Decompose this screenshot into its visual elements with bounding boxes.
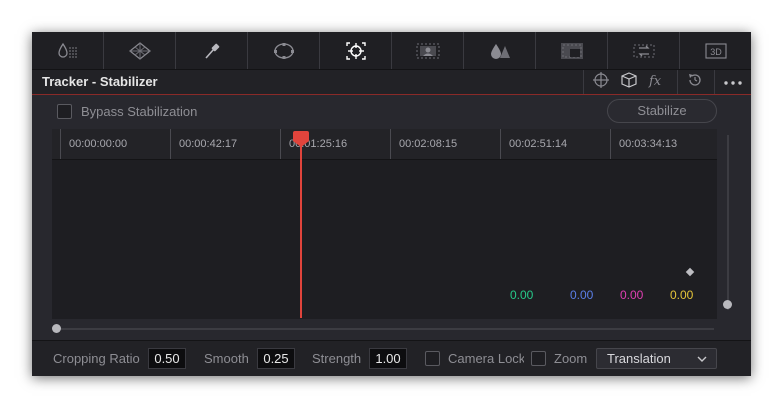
tracker-panel: 3D Tracker - Stabilizer fx Bypass Stabil…: [32, 32, 751, 376]
tool-window-circle[interactable]: [248, 32, 320, 69]
power-windows-icon: [128, 41, 152, 61]
timecode-label: 00:03:34:13: [619, 138, 678, 150]
blur-icon: [488, 41, 512, 61]
reset-button[interactable]: [684, 70, 706, 94]
svg-text:fx: fx: [648, 74, 662, 89]
tool-eyedropper[interactable]: [176, 32, 248, 69]
tool-power-windows[interactable]: [104, 32, 176, 69]
playhead-handle[interactable]: [293, 131, 309, 141]
camera-lock-label: Camera Lock: [448, 351, 524, 366]
horizontal-scroll-track[interactable]: [56, 328, 714, 330]
more-options-icon: [723, 73, 743, 91]
playhead-line[interactable]: [300, 139, 302, 318]
chevron-down-icon: [696, 352, 708, 370]
options-row: Bypass Stabilization Stabilize: [32, 95, 751, 129]
tracker-icon: [344, 40, 368, 62]
header-divider: [583, 70, 584, 94]
panel-header: Tracker - Stabilizer fx: [32, 70, 751, 95]
cropping-ratio-field[interactable]: 0.50: [148, 348, 186, 369]
stabilizer-graph[interactable]: 00:00:00:00 00:00:42:17 00:01:25:16 00:0…: [52, 129, 717, 319]
tool-blur[interactable]: [464, 32, 536, 69]
tool-qualifier[interactable]: [32, 32, 104, 69]
key-icon: [559, 41, 585, 61]
crosshair-button[interactable]: [590, 70, 612, 94]
timecode-label: 00:00:42:17: [179, 138, 238, 150]
strength-field[interactable]: 1.00: [369, 348, 407, 369]
reset-icon: [686, 71, 704, 94]
zoom-checkbox[interactable]: [531, 351, 546, 366]
bypass-stabilization-label: Bypass Stabilization: [81, 104, 198, 119]
smooth-label: Smooth: [204, 351, 249, 366]
strength-label: Strength: [312, 351, 362, 366]
value-readout-2: 0.00: [570, 288, 594, 302]
stabilization-mode-dropdown[interactable]: Translation: [596, 348, 717, 369]
cropping-ratio-label: Cropping Ratio: [53, 351, 140, 366]
ruler-tick: [280, 129, 281, 159]
smooth-field[interactable]: 0.25: [257, 348, 295, 369]
stabilization-mode-value: Translation: [607, 351, 671, 366]
ruler-tick: [390, 129, 391, 159]
svg-text:3D: 3D: [710, 47, 722, 57]
ruler-tick: [500, 129, 501, 159]
window-circle-icon: [272, 41, 296, 61]
playhead-pointer: [293, 141, 309, 147]
panel-title: Tracker - Stabilizer: [42, 74, 158, 89]
timecode-label: 00:02:08:15: [399, 138, 458, 150]
timecode-label: 00:00:00:00: [69, 138, 128, 150]
fx-button[interactable]: fx: [646, 70, 668, 94]
timecode-label: 00:02:51:14: [509, 138, 568, 150]
header-divider-3: [714, 70, 715, 94]
bypass-stabilization-checkbox[interactable]: [57, 104, 72, 119]
tool-key[interactable]: [536, 32, 608, 69]
timeline-ruler[interactable]: 00:00:00:00 00:00:42:17 00:01:25:16 00:0…: [52, 129, 717, 160]
header-divider-2: [677, 70, 678, 94]
value-readout-3: 0.00: [620, 288, 644, 302]
more-options-button[interactable]: [721, 70, 745, 94]
zoom-label: Zoom: [554, 351, 588, 366]
ruler-tick: [610, 129, 611, 159]
vertical-zoom-handle[interactable]: [723, 300, 732, 309]
eyedropper-icon: [202, 41, 222, 61]
tool-sizing[interactable]: [608, 32, 680, 69]
magic-mask-icon: [415, 41, 441, 61]
palette-toolbar: 3D: [32, 32, 751, 70]
crosshair-icon: [592, 71, 610, 94]
cube-icon: [619, 71, 639, 94]
cube-button[interactable]: [618, 70, 640, 94]
value-readout-4: 0.00: [670, 288, 694, 302]
value-readout-1: 0.00: [510, 288, 534, 302]
ruler-tick: [170, 129, 171, 159]
sizing-icon: [631, 41, 657, 61]
stabilizer-settings-bar: Cropping Ratio 0.50 Smooth 0.25 Strength…: [32, 340, 751, 376]
tool-3d[interactable]: 3D: [680, 32, 751, 69]
vertical-scroll-track[interactable]: [727, 135, 729, 310]
qualifier-icon: [57, 42, 79, 60]
stabilize-button[interactable]: Stabilize: [607, 99, 717, 123]
ruler-tick: [60, 129, 61, 159]
3d-icon: 3D: [704, 42, 728, 60]
horizontal-zoom-handle[interactable]: [52, 324, 61, 333]
keyframe-marker[interactable]: [685, 267, 695, 277]
tool-tracker[interactable]: [320, 32, 392, 69]
tool-magic-mask[interactable]: [392, 32, 464, 69]
camera-lock-checkbox[interactable]: [425, 351, 440, 366]
fx-icon: fx: [647, 71, 667, 94]
